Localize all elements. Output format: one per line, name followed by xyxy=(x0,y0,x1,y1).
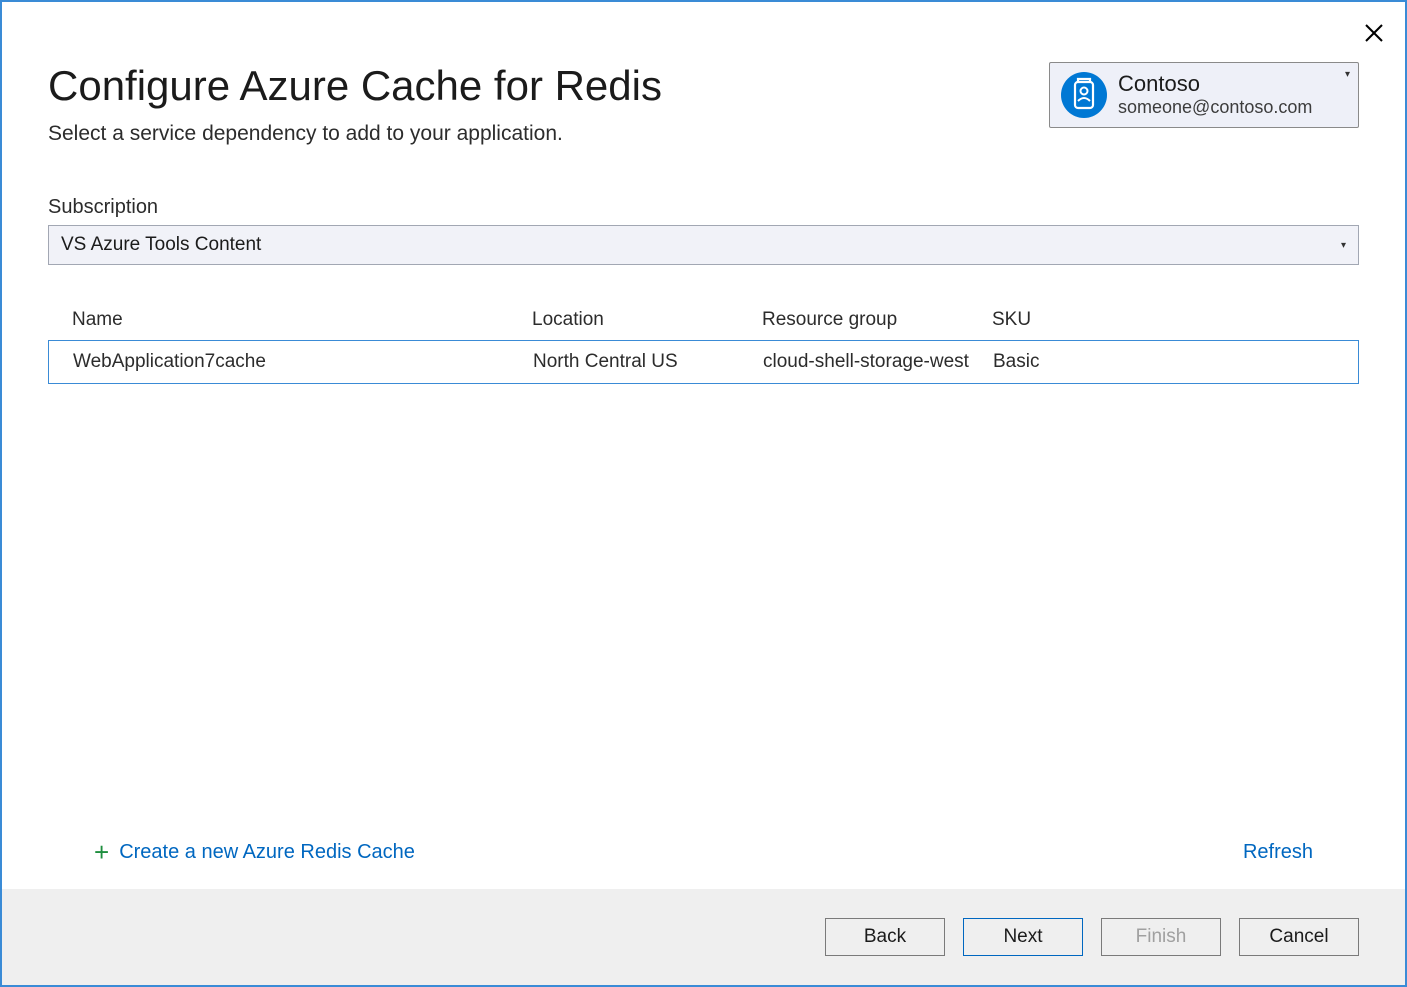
cache-instances-table: Name Location Resource group SKU WebAppl… xyxy=(48,299,1359,384)
plus-icon: + xyxy=(94,839,109,865)
back-button[interactable]: Back xyxy=(825,918,945,956)
close-button[interactable] xyxy=(1365,20,1383,46)
account-picker[interactable]: Contoso someone@contoso.com ▾ xyxy=(1049,62,1359,128)
account-email: someone@contoso.com xyxy=(1118,97,1312,119)
cell-name: WebApplication7cache xyxy=(73,351,533,373)
chevron-down-icon: ▾ xyxy=(1345,69,1350,80)
account-name: Contoso xyxy=(1118,71,1312,97)
column-header-name[interactable]: Name xyxy=(72,309,532,331)
column-header-resource-group[interactable]: Resource group xyxy=(762,309,992,331)
cell-location: North Central US xyxy=(533,351,763,373)
subscription-selected-value: VS Azure Tools Content xyxy=(61,234,261,256)
subscription-label: Subscription xyxy=(48,196,1359,219)
finish-button: Finish xyxy=(1101,918,1221,956)
column-header-location[interactable]: Location xyxy=(532,309,762,331)
create-link-label: Create a new Azure Redis Cache xyxy=(119,841,415,864)
subscription-dropdown[interactable]: VS Azure Tools Content ▾ xyxy=(48,225,1359,265)
create-new-cache-link[interactable]: + Create a new Azure Redis Cache xyxy=(94,839,415,865)
configure-azure-cache-dialog: Configure Azure Cache for Redis Select a… xyxy=(0,0,1407,987)
dialog-footer: Back Next Finish Cancel xyxy=(2,889,1405,985)
refresh-link[interactable]: Refresh xyxy=(1243,841,1313,864)
table-row[interactable]: WebApplication7cache North Central US cl… xyxy=(48,340,1359,384)
cell-sku: Basic xyxy=(993,351,1348,373)
column-header-sku[interactable]: SKU xyxy=(992,309,1349,331)
cell-resource-group: cloud-shell-storage-west xyxy=(763,351,993,373)
account-badge-icon xyxy=(1060,71,1108,119)
close-icon xyxy=(1365,18,1383,48)
cancel-button[interactable]: Cancel xyxy=(1239,918,1359,956)
table-header-row: Name Location Resource group SKU xyxy=(48,299,1359,341)
next-button[interactable]: Next xyxy=(963,918,1083,956)
page-subtitle: Select a service dependency to add to yo… xyxy=(48,122,662,146)
page-title: Configure Azure Cache for Redis xyxy=(48,62,662,110)
chevron-down-icon: ▾ xyxy=(1341,240,1346,251)
